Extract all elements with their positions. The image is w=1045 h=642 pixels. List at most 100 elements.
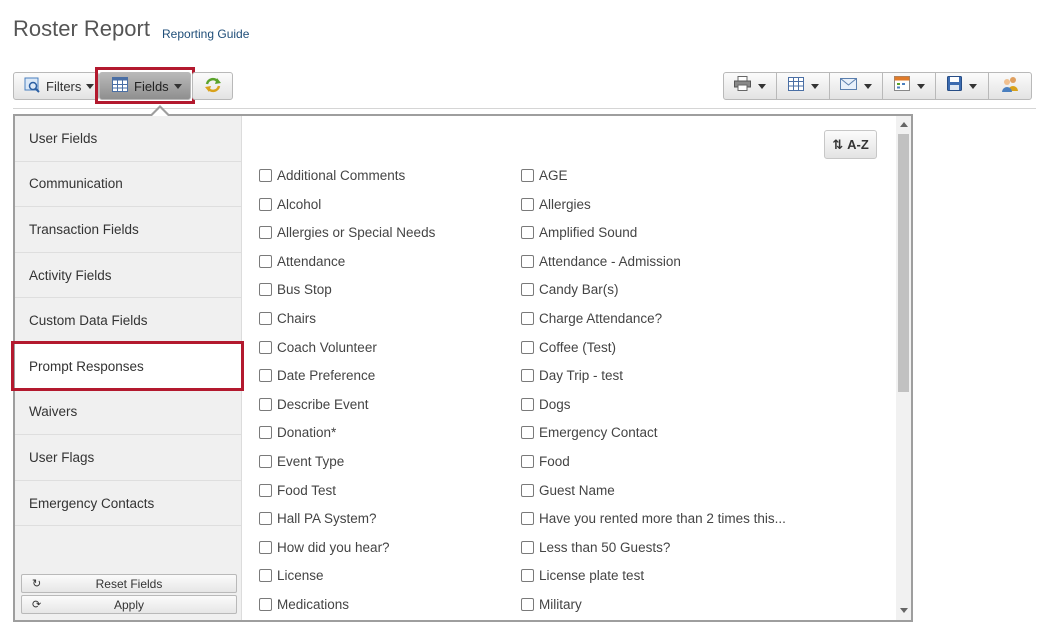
field-option[interactable]: Chairs [259, 311, 316, 326]
field-checkbox[interactable] [259, 283, 272, 297]
field-option-label: Alcohol [277, 196, 322, 212]
field-checkbox[interactable] [521, 598, 534, 611]
sidebar-item-label: User Fields [29, 130, 98, 146]
field-option[interactable]: Hall PA System? [259, 511, 377, 526]
field-option[interactable]: Military [521, 597, 582, 612]
field-checkbox[interactable] [259, 169, 272, 182]
field-checkbox[interactable] [521, 569, 534, 583]
field-option[interactable]: Event Type [259, 454, 344, 469]
field-checkbox[interactable] [521, 254, 534, 268]
field-option[interactable]: Medications [259, 597, 349, 612]
field-checkbox[interactable] [521, 169, 534, 182]
sort-icon: ⇅ [832, 136, 844, 152]
field-option-label: Military [539, 597, 582, 612]
field-checkbox[interactable] [259, 540, 272, 554]
field-option[interactable]: Candy Bar(s) [521, 282, 619, 297]
field-option[interactable]: Emergency Contact [521, 425, 658, 440]
sidebar-item-waivers[interactable]: Waivers [15, 390, 241, 436]
field-checkbox[interactable] [521, 426, 534, 440]
field-option[interactable]: Guest Name [521, 483, 615, 498]
field-option[interactable]: Attendance - Admission [521, 254, 681, 269]
field-checkbox[interactable] [521, 340, 534, 354]
field-option-label: Additional Comments [277, 168, 406, 183]
field-option-label: Hall PA System? [277, 511, 377, 527]
filters-button[interactable]: Filters [13, 72, 99, 100]
field-option[interactable]: Less than 50 Guests? [521, 540, 670, 555]
sort-az-button[interactable]: ⇅ A-Z [824, 130, 877, 159]
sidebar-item-transaction-fields[interactable]: Transaction Fields [15, 207, 241, 253]
columns-button[interactable] [776, 72, 830, 100]
field-option[interactable]: Coach Volunteer [259, 340, 377, 355]
field-option[interactable]: Charge Attendance? [521, 311, 662, 326]
sidebar-item-emergency-contacts[interactable]: Emergency Contacts [15, 481, 241, 527]
field-option[interactable]: License plate test [521, 568, 644, 583]
field-option[interactable]: Coffee (Test) [521, 340, 616, 355]
field-checkbox[interactable] [521, 369, 534, 383]
field-option[interactable]: Attendance [259, 254, 345, 269]
scroll-up-arrow-icon[interactable] [900, 122, 908, 127]
field-checkbox[interactable] [521, 312, 534, 325]
field-checkbox[interactable] [521, 226, 534, 240]
save-button[interactable] [935, 72, 989, 100]
field-option[interactable]: Day Trip - test [521, 368, 623, 383]
field-checkbox[interactable] [521, 397, 534, 411]
field-option[interactable]: License [259, 568, 324, 583]
apply-button[interactable]: ⟳ Apply [21, 595, 237, 614]
field-checkbox[interactable] [259, 455, 272, 468]
field-option[interactable]: Donation* [259, 425, 336, 440]
scrollbar-thumb[interactable] [898, 134, 909, 392]
field-checkbox[interactable] [521, 512, 534, 526]
field-list-scrollbar[interactable] [896, 116, 911, 620]
field-checkbox[interactable] [259, 512, 272, 526]
field-checkbox[interactable] [259, 226, 272, 240]
field-option[interactable]: AGE [521, 168, 568, 183]
calendar-button[interactable] [882, 72, 936, 100]
sidebar-item-activity-fields[interactable]: Activity Fields [15, 253, 241, 299]
sidebar-item-user-fields[interactable]: User Fields [15, 116, 241, 162]
field-option[interactable]: Dogs [521, 397, 571, 412]
sidebar-item-custom-data-fields[interactable]: Custom Data Fields [15, 298, 241, 344]
field-option[interactable]: Bus Stop [259, 282, 332, 297]
field-checkbox[interactable] [521, 283, 534, 297]
field-list: ⇅ A-Z Additional Comments Alcohol Allergie… [243, 116, 895, 620]
field-option[interactable]: Date Preference [259, 368, 375, 383]
field-option[interactable]: Amplified Sound [521, 225, 637, 240]
field-option[interactable]: Allergies or Special Needs [259, 225, 435, 240]
field-option[interactable]: Allergies [521, 197, 591, 212]
field-option[interactable]: Food [521, 454, 570, 469]
field-option-label: Donation* [277, 425, 337, 441]
email-button[interactable] [829, 72, 883, 100]
print-button[interactable] [723, 72, 777, 100]
field-checkbox[interactable] [521, 540, 534, 554]
scroll-down-arrow-icon[interactable] [900, 608, 908, 613]
field-checkbox[interactable] [259, 598, 272, 611]
field-option-label: Event Type [277, 454, 345, 469]
reporting-guide-link[interactable]: Reporting Guide [162, 27, 249, 41]
sidebar-item-label: Activity Fields [29, 267, 112, 283]
refresh-button[interactable] [192, 72, 233, 100]
field-checkbox[interactable] [521, 455, 534, 468]
field-checkbox[interactable] [259, 369, 272, 383]
field-checkbox[interactable] [259, 254, 272, 268]
field-option[interactable]: Alcohol [259, 197, 321, 212]
field-checkbox[interactable] [521, 197, 534, 211]
field-option[interactable]: Describe Event [259, 397, 369, 412]
field-option[interactable]: How did you hear? [259, 540, 390, 555]
field-checkbox[interactable] [259, 340, 272, 354]
field-checkbox[interactable] [259, 569, 272, 583]
fields-highlight [95, 67, 195, 104]
sidebar-item-communication[interactable]: Communication [15, 162, 241, 208]
field-option[interactable]: Have you rented more than 2 times this..… [521, 511, 786, 526]
field-checkbox[interactable] [259, 426, 272, 440]
field-checkbox[interactable] [259, 197, 272, 211]
users-button[interactable] [988, 72, 1032, 100]
field-checkbox[interactable] [259, 397, 272, 411]
field-checkbox[interactable] [259, 312, 272, 325]
field-option-label: Describe Event [277, 396, 369, 412]
field-option[interactable]: Food Test [259, 483, 336, 498]
sidebar-item-user-flags[interactable]: User Flags [15, 435, 241, 481]
reset-fields-button[interactable]: ↻ Reset Fields [21, 574, 237, 593]
field-checkbox[interactable] [259, 483, 272, 497]
field-option[interactable]: Additional Comments [259, 168, 405, 183]
field-checkbox[interactable] [521, 483, 534, 497]
